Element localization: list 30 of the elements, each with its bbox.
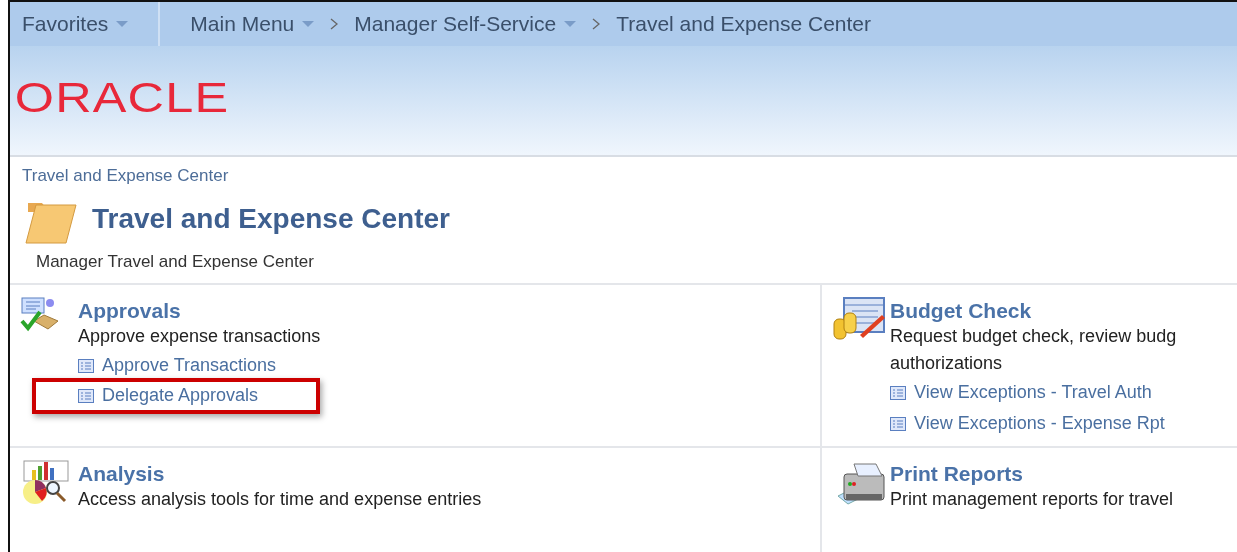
page-link[interactable]: View Exceptions - Expense Rpt	[890, 410, 1177, 437]
page-list-icon	[78, 358, 94, 373]
section-title-link[interactable]: Budget Check	[890, 299, 1177, 323]
page-title: Travel and Expense Center	[92, 203, 450, 235]
section-description: Print management reports for travel	[890, 488, 1174, 511]
page-link[interactable]: Delegate Approvals	[78, 382, 287, 409]
chevron-icon	[330, 18, 339, 30]
page-description: Manager Travel and Expense Center	[35, 252, 315, 272]
nav-menu-item[interactable]: Travel and Expense Center	[616, 12, 872, 36]
section-description: Request budget check, review budg	[890, 325, 1177, 348]
nav-menu-item[interactable]: Main Menu	[190, 12, 315, 36]
page-list-icon	[78, 388, 94, 403]
nav-menu-item[interactable]: Manager Self-Service	[354, 12, 577, 36]
logo: ORACLE	[13, 73, 230, 122]
section-description: Approve expense transactions	[78, 325, 321, 348]
page-list-icon	[890, 385, 906, 400]
chevron-icon	[592, 18, 601, 30]
page-link[interactable]: Approve Transactions	[78, 352, 321, 379]
section-title-link[interactable]: Approvals	[78, 299, 321, 323]
caret-icon	[116, 20, 129, 28]
section-title-link[interactable]: Analysis	[78, 462, 482, 486]
caret-icon	[564, 20, 577, 28]
page-list-icon	[890, 416, 906, 431]
caret-icon	[302, 20, 315, 28]
page-link[interactable]: View Exceptions - Travel Auth	[890, 379, 1177, 406]
section-title-link[interactable]: Print Reports	[890, 462, 1174, 486]
section-description: authorizations	[890, 352, 1004, 375]
budget-calculator-icon	[832, 297, 886, 343]
breadcrumb-link[interactable]: Travel and Expense Center	[22, 166, 1237, 186]
section-description: Access analysis tools for time and expense entries	[78, 488, 482, 511]
